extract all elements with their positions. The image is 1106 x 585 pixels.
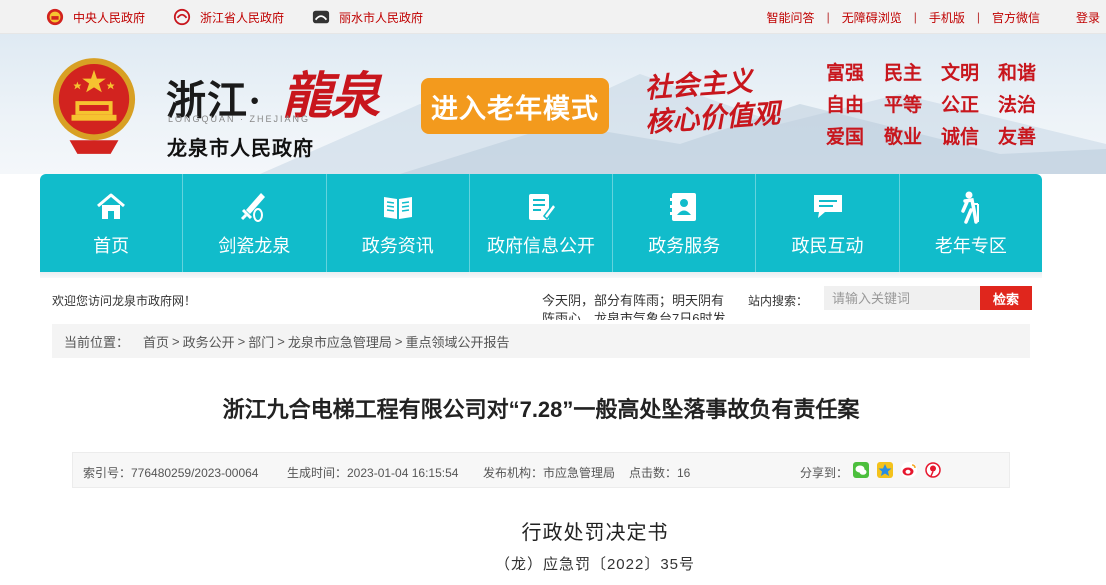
- brand-english: LONGQUAN · ZHEJIANG: [168, 114, 311, 124]
- value-word: 友善: [998, 127, 1037, 148]
- nav-item-label: 老年专区: [934, 236, 1007, 256]
- link-lishui-government[interactable]: 丽水市人民政府: [312, 8, 423, 26]
- welcome-message: 欢迎您访问龙泉市政府网！: [52, 294, 197, 308]
- top-bar: 中央人民政府 浙江省人民政府 丽水市人民政府 智能问答 | 无障碍浏览 | 手机…: [0, 0, 1106, 34]
- nav-item-label: 政务资讯: [361, 236, 434, 256]
- contact-card-icon: [670, 193, 697, 221]
- breadcrumb-separator: >: [277, 333, 285, 349]
- nav-item-services[interactable]: 政务服务: [613, 174, 757, 272]
- nav-item-info-disclosure[interactable]: 政府信息公开: [470, 174, 614, 272]
- search-button[interactable]: 检索: [980, 286, 1032, 310]
- meta-index-number: 索引号：776480259/2023-00064: [83, 466, 259, 480]
- search-label: 站内搜索：: [748, 294, 809, 308]
- login-link[interactable]: 登录: [1076, 9, 1100, 26]
- link-zhejiang-government-label: 浙江省人民政府: [200, 10, 285, 25]
- meta-share-label: 分享到：: [800, 466, 849, 480]
- home-icon: [97, 193, 126, 219]
- nav-item-interaction[interactable]: 政民互动: [756, 174, 900, 272]
- weather-line-1: 今天阴，部分有阵雨；明天阴有: [542, 293, 725, 308]
- wechat-share-icon[interactable]: [853, 462, 869, 478]
- value-word: 法治: [998, 95, 1037, 116]
- share-icons: [853, 462, 949, 478]
- top-links: 中央人民政府 浙江省人民政府 丽水市人民政府: [46, 0, 451, 34]
- link-central-government-label: 中央人民政府: [73, 10, 146, 25]
- meta-click-count: 点击数：16: [629, 466, 691, 480]
- link-central-government[interactable]: 中央人民政府: [46, 8, 145, 26]
- article-meta: 索引号：776480259/2023-00064 生成时间：2023-01-04…: [72, 452, 1010, 488]
- breadcrumb-gov-disclosure[interactable]: 政务公开: [183, 332, 235, 351]
- breadcrumb: 当前位置： 首页 > 政务公开 > 部门 > 龙泉市应急管理局 > 重点领域公开…: [52, 324, 1030, 358]
- value-word: 自由: [826, 95, 865, 116]
- book-icon: [383, 197, 412, 219]
- weibo-share-icon[interactable]: [901, 462, 917, 478]
- value-word: 诚信: [941, 127, 980, 148]
- breadcrumb-separator: >: [172, 333, 180, 349]
- breadcrumb-separator: >: [237, 333, 246, 349]
- breadcrumb-emergency-bureau[interactable]: 龙泉市应急管理局: [288, 332, 392, 351]
- link-accessibility[interactable]: 无障碍浏览: [830, 9, 914, 26]
- breadcrumb-key-reports[interactable]: 重点领域公开报告: [405, 332, 509, 351]
- zhejiang-logo-icon: [173, 8, 191, 26]
- nav-item-label: 政民互动: [791, 236, 864, 256]
- meta-publisher: 发布机构：市应急管理局: [483, 466, 616, 480]
- nav-item-news[interactable]: 政务资讯: [327, 174, 470, 272]
- breadcrumb-departments[interactable]: 部门: [248, 332, 274, 351]
- nav-item-home[interactable]: 首页: [40, 174, 184, 272]
- nav-item-label: 政府信息公开: [486, 236, 595, 256]
- info-bar: 欢迎您访问龙泉市政府网！ 今天阴，部分有阵雨；明天阴有 阵雨心，龙泉市气象台7日…: [40, 278, 1042, 322]
- top-right-links: 智能问答 | 无障碍浏览 | 手机版 | 官方微信 登录: [755, 0, 1106, 34]
- nav-item-label: 政务服务: [648, 236, 721, 256]
- brand-subtitle: 龙泉市人民政府: [167, 138, 314, 160]
- national-emblem-icon: [46, 8, 64, 26]
- search-input[interactable]: [824, 286, 980, 310]
- value-word: 爱国: [826, 127, 865, 148]
- elder-mode-button[interactable]: 进入老年模式: [421, 78, 609, 134]
- national-emblem-icon: [52, 58, 136, 154]
- value-word: 民主: [884, 63, 923, 84]
- nav-item-elder-zone[interactable]: 老年专区: [900, 174, 1042, 272]
- lishui-logo-icon: [312, 10, 330, 24]
- link-zhejiang-government[interactable]: 浙江省人民政府: [173, 8, 284, 26]
- breadcrumb-home[interactable]: 首页: [143, 332, 169, 351]
- link-smart-qa[interactable]: 智能问答: [755, 9, 827, 26]
- breadcrumb-label: 当前位置：: [64, 334, 130, 350]
- chat-icon: [813, 195, 842, 218]
- qzone-share-icon[interactable]: [877, 462, 893, 478]
- sword-icon: [241, 193, 266, 222]
- site-header: 浙江· 龍泉 LONGQUAN · ZHEJIANG 龙泉市人民政府 进入老年模…: [0, 34, 1106, 174]
- document-heading: 行政处罚决定书: [521, 522, 669, 544]
- tencent-weibo-share-icon[interactable]: [925, 462, 941, 478]
- value-word: 和谐: [998, 63, 1037, 84]
- nav-item-label: 剑瓷龙泉: [218, 236, 291, 256]
- value-word: 公正: [941, 95, 980, 116]
- document-number: （龙）应急罚〔2022〕35号: [494, 556, 696, 573]
- link-official-wechat[interactable]: 官方微信: [980, 9, 1052, 26]
- breadcrumb-separator: >: [394, 333, 403, 349]
- article-title: 浙江九合电梯工程有限公司对“7.28”一般高处坠落事故负有责任案: [222, 397, 860, 422]
- weather-ticker: 今天阴，部分有阵雨；明天阴有 阵雨心，龙泉市气象台7日6时发: [542, 292, 738, 320]
- value-word: 敬业: [884, 127, 923, 148]
- meta-created-time: 生成时间：2023-01-04 16:15:54: [287, 466, 459, 480]
- link-mobile-version[interactable]: 手机版: [917, 9, 977, 26]
- document-edit-icon: [528, 194, 557, 221]
- elder-icon: [961, 191, 979, 224]
- core-values-slogan: 社会主义 核心价值观: [644, 63, 781, 140]
- value-word: 平等: [884, 95, 923, 116]
- value-word: 文明: [941, 63, 980, 84]
- nav-item-sword-porcelain[interactable]: 剑瓷龙泉: [183, 174, 327, 272]
- weather-line-2: 阵雨心，龙泉市气象台7日6时发: [542, 311, 726, 320]
- nav-item-label: 首页: [93, 236, 130, 256]
- main-nav: 首页 剑瓷龙泉 政务资讯 政府信息公开 政务服务 政民互动 老年专区: [40, 174, 1042, 272]
- value-word: 富强: [826, 63, 865, 84]
- link-lishui-government-label: 丽水市人民政府: [339, 10, 424, 25]
